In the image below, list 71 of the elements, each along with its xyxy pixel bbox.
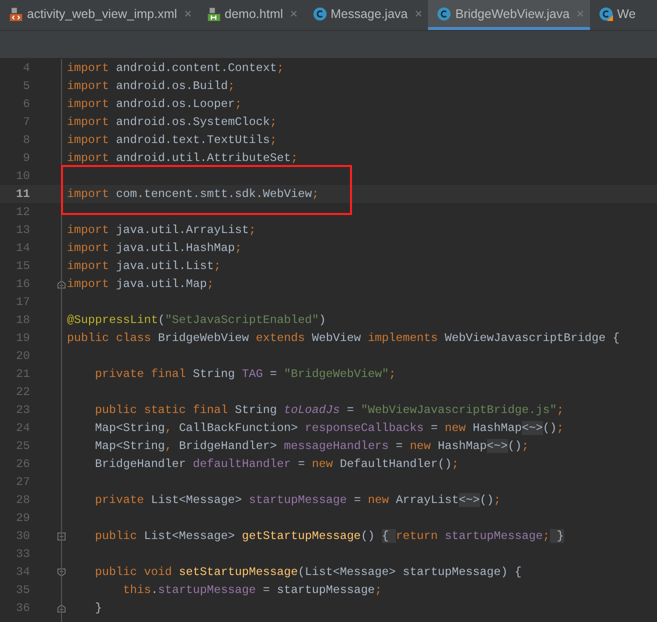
close-icon[interactable]: × bbox=[184, 6, 192, 21]
code-line: public List<Message> getStartupMessage() { return startupMessage; } bbox=[94, 529, 564, 543]
editor-tab[interactable]: We bbox=[590, 0, 636, 30]
line-number: 27 bbox=[15, 475, 30, 489]
line-number: 26 bbox=[15, 457, 30, 471]
close-icon[interactable]: × bbox=[290, 6, 298, 21]
code-line: Map<String, CallBackFunction> responseCallbacks = new HashMap<~>(); bbox=[94, 421, 564, 435]
xml-file-icon bbox=[9, 6, 23, 20]
code-line: this.startupMessage = startupMessage; bbox=[122, 583, 382, 597]
line-number: 22 bbox=[15, 385, 30, 399]
line-number: 18 bbox=[15, 313, 30, 327]
class-icon bbox=[312, 6, 327, 20]
line-number: 25 bbox=[15, 439, 30, 453]
class-icon bbox=[599, 6, 614, 20]
editor-tab[interactable]: Message.java × bbox=[304, 0, 428, 30]
line-number: 10 bbox=[15, 169, 30, 183]
code-line: private List<Message> startupMessage = new ArrayList<~>(); bbox=[94, 493, 501, 507]
editor-tab[interactable]: demo.html × bbox=[198, 0, 304, 30]
editor-tab[interactable]: BridgeWebView.java × bbox=[428, 0, 590, 30]
line-number: 11 bbox=[15, 187, 30, 201]
line-number: 13 bbox=[15, 223, 30, 237]
line-number: 8 bbox=[22, 133, 30, 147]
code-line: import android.os.Build; bbox=[67, 79, 235, 93]
line-number: 6 bbox=[22, 97, 30, 111]
line-number: 36 bbox=[15, 601, 30, 615]
fold-end-icon[interactable] bbox=[57, 280, 66, 288]
code-line: import android.text.TextUtils; bbox=[67, 133, 277, 147]
code-line: import com.tencent.smtt.sdk.WebView; bbox=[67, 187, 319, 201]
code-line: @SuppressLint("SetJavaScriptEnabled") bbox=[67, 313, 326, 327]
line-number: 5 bbox=[22, 79, 30, 93]
line-number: 21 bbox=[15, 367, 30, 381]
code-line: import java.util.ArrayList; bbox=[67, 223, 256, 237]
code-line: public void setStartupMessage(List<Message> startupMessage) { bbox=[94, 565, 522, 579]
expand-icon[interactable] bbox=[57, 532, 66, 540]
line-number: 24 bbox=[15, 421, 30, 435]
line-number: 29 bbox=[15, 511, 30, 525]
line-number: 9 bbox=[22, 151, 30, 165]
line-number: 20 bbox=[15, 349, 30, 363]
code-line: Map<String, BridgeHandler> messageHandlers = new HashMap<~>(); bbox=[94, 439, 529, 453]
close-icon[interactable]: × bbox=[414, 6, 422, 21]
line-number: 14 bbox=[15, 241, 30, 255]
code-line: import android.os.SystemClock; bbox=[67, 115, 277, 129]
fold-end-icon[interactable] bbox=[57, 604, 66, 612]
editor-tab[interactable]: activity_web_view_imp.xml × bbox=[0, 0, 198, 30]
code-line: import android.os.Looper; bbox=[67, 97, 242, 111]
fold-start-icon[interactable] bbox=[57, 568, 66, 576]
code-line: public static final String toLoadJs = "WebViewJavascriptBridge.js"; bbox=[94, 403, 564, 417]
code-line: import android.util.AttributeSet; bbox=[67, 151, 298, 165]
line-number: 16 bbox=[15, 277, 30, 291]
code-line: import android.content.Context; bbox=[67, 61, 284, 75]
line-number: 35 bbox=[15, 583, 30, 597]
code-line: BridgeHandler defaultHandler = new DefaultHandler(); bbox=[94, 457, 459, 471]
line-number: 15 bbox=[15, 259, 30, 273]
code-line: import java.util.Map; bbox=[67, 277, 214, 291]
code-line: public class BridgeWebView extends WebView implements WebViewJavascriptBridge { bbox=[67, 331, 620, 345]
line-number: 33 bbox=[15, 547, 30, 561]
line-number: 23 bbox=[15, 403, 30, 417]
html-file-icon bbox=[206, 6, 221, 20]
line-number: 19 bbox=[15, 331, 30, 345]
class-icon bbox=[437, 6, 452, 20]
code-line: import java.util.List; bbox=[67, 259, 221, 273]
line-number: 28 bbox=[15, 493, 30, 507]
line-number: 7 bbox=[22, 115, 30, 129]
line-number: 12 bbox=[15, 205, 30, 219]
line-number: 17 bbox=[15, 295, 30, 309]
line-number: 4 bbox=[22, 61, 30, 75]
code-line: private final String TAG = "BridgeWebView"; bbox=[94, 367, 396, 381]
code-line: } bbox=[94, 601, 102, 615]
line-number: 34 bbox=[15, 565, 30, 579]
line-number: 30 bbox=[15, 529, 30, 543]
code-line: import java.util.HashMap; bbox=[67, 241, 242, 255]
